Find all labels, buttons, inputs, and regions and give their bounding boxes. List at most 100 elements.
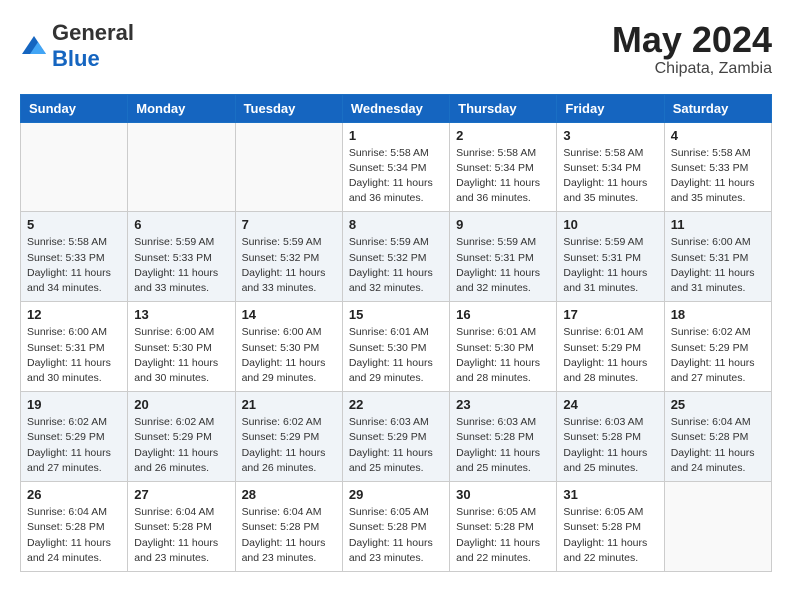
calendar-day: 25 Sunrise: 6:04 AM Sunset: 5:28 PM Dayli… (664, 392, 771, 482)
page-header: General Blue May 2024 Chipata, Zambia (20, 20, 772, 78)
day-info: Sunrise: 6:02 AM Sunset: 5:29 PM Dayligh… (134, 415, 228, 476)
calendar-location: Chipata, Zambia (612, 60, 772, 78)
day-number: 21 (242, 397, 336, 412)
day-number: 12 (27, 307, 121, 322)
calendar-day: 22 Sunrise: 6:03 AM Sunset: 5:29 PM Dayli… (342, 392, 449, 482)
calendar-day: 9Sunrise: 5:59 AM Sunset: 5:31 PM Daylig… (450, 212, 557, 302)
day-info: Sunrise: 6:03 AM Sunset: 5:28 PM Dayligh… (563, 415, 657, 476)
calendar-day: 8Sunrise: 5:59 AM Sunset: 5:32 PM Daylig… (342, 212, 449, 302)
calendar-day: 13 Sunrise: 6:00 AM Sunset: 5:30 PM Dayli… (128, 302, 235, 392)
day-number: 19 (27, 397, 121, 412)
day-info: Sunrise: 6:04 AM Sunset: 5:28 PM Dayligh… (671, 415, 765, 476)
day-number: 31 (563, 487, 657, 502)
calendar-day: 5 Sunrise: 5:58 AM Sunset: 5:33 PM Daylig… (21, 212, 128, 302)
calendar-day: 1Sunrise: 5:58 AM Sunset: 5:34 PM Daylig… (342, 122, 449, 212)
calendar-day: 23 Sunrise: 6:03 AM Sunset: 5:28 PM Dayli… (450, 392, 557, 482)
day-header-thursday: Thursday (450, 94, 557, 122)
day-number: 20 (134, 397, 228, 412)
day-info: Sunrise: 6:00 AM Sunset: 5:30 PM Dayligh… (242, 325, 336, 386)
calendar-week-row: 12Sunrise: 6:00 AM Sunset: 5:31 PM Dayli… (21, 302, 772, 392)
calendar-day (21, 122, 128, 212)
day-info: Sunrise: 5:58 AM Sunset: 5:34 PM Dayligh… (563, 146, 657, 207)
logo-blue-text: Blue (52, 46, 100, 71)
day-info: Sunrise: 6:04 AM Sunset: 5:28 PM Dayligh… (242, 505, 336, 566)
day-number: 27 (134, 487, 228, 502)
day-number: 25 (671, 397, 765, 412)
day-number: 2 (456, 128, 550, 143)
logo: General Blue (20, 20, 134, 72)
calendar-day: 7 Sunrise: 5:59 AM Sunset: 5:32 PM Daylig… (235, 212, 342, 302)
day-number: 28 (242, 487, 336, 502)
calendar-day: 16 Sunrise: 6:01 AM Sunset: 5:30 PM Dayli… (450, 302, 557, 392)
calendar-day (128, 122, 235, 212)
day-number: 13 (134, 307, 228, 322)
day-number: 26 (27, 487, 121, 502)
day-info: Sunrise: 6:00 AM Sunset: 5:30 PM Dayligh… (134, 325, 228, 386)
day-info: Sunrise: 6:01 AM Sunset: 5:29 PM Dayligh… (563, 325, 657, 386)
day-number: 22 (349, 397, 443, 412)
day-info: Sunrise: 5:58 AM Sunset: 5:34 PM Dayligh… (456, 146, 550, 207)
calendar-day: 10 Sunrise: 5:59 AM Sunset: 5:31 PM Dayli… (557, 212, 664, 302)
day-number: 30 (456, 487, 550, 502)
day-number: 5 (27, 217, 121, 232)
day-header-friday: Friday (557, 94, 664, 122)
calendar-day: 27 Sunrise: 6:04 AM Sunset: 5:28 PM Dayli… (128, 482, 235, 572)
day-header-monday: Monday (128, 94, 235, 122)
logo-general-text: General (52, 20, 134, 45)
day-info: Sunrise: 6:04 AM Sunset: 5:28 PM Dayligh… (27, 505, 121, 566)
calendar-day: 4Sunrise: 5:58 AM Sunset: 5:33 PM Daylig… (664, 122, 771, 212)
calendar-day: 29 Sunrise: 6:05 AM Sunset: 5:28 PM Dayli… (342, 482, 449, 572)
calendar-week-row: 19 Sunrise: 6:02 AM Sunset: 5:29 PM Dayli… (21, 392, 772, 482)
day-info: Sunrise: 5:58 AM Sunset: 5:34 PM Dayligh… (349, 146, 443, 207)
day-number: 16 (456, 307, 550, 322)
day-number: 14 (242, 307, 336, 322)
day-info: Sunrise: 5:59 AM Sunset: 5:33 PM Dayligh… (134, 235, 228, 296)
calendar-day (235, 122, 342, 212)
day-header-saturday: Saturday (664, 94, 771, 122)
calendar-week-row: 26 Sunrise: 6:04 AM Sunset: 5:28 PM Dayli… (21, 482, 772, 572)
calendar-day: 20 Sunrise: 6:02 AM Sunset: 5:29 PM Dayli… (128, 392, 235, 482)
day-number: 7 (242, 217, 336, 232)
calendar-day: 2 Sunrise: 5:58 AM Sunset: 5:34 PM Daylig… (450, 122, 557, 212)
calendar-day: 6 Sunrise: 5:59 AM Sunset: 5:33 PM Daylig… (128, 212, 235, 302)
day-info: Sunrise: 6:04 AM Sunset: 5:28 PM Dayligh… (134, 505, 228, 566)
calendar-day: 28 Sunrise: 6:04 AM Sunset: 5:28 PM Dayli… (235, 482, 342, 572)
day-number: 8 (349, 217, 443, 232)
calendar-day: 24 Sunrise: 6:03 AM Sunset: 5:28 PM Dayli… (557, 392, 664, 482)
calendar-day: 26 Sunrise: 6:04 AM Sunset: 5:28 PM Dayli… (21, 482, 128, 572)
calendar-day: 21 Sunrise: 6:02 AM Sunset: 5:29 PM Dayli… (235, 392, 342, 482)
day-number: 23 (456, 397, 550, 412)
day-info: Sunrise: 5:58 AM Sunset: 5:33 PM Dayligh… (671, 146, 765, 207)
day-info: Sunrise: 5:59 AM Sunset: 5:32 PM Dayligh… (242, 235, 336, 296)
day-info: Sunrise: 6:02 AM Sunset: 5:29 PM Dayligh… (27, 415, 121, 476)
day-info: Sunrise: 6:01 AM Sunset: 5:30 PM Dayligh… (456, 325, 550, 386)
day-header-wednesday: Wednesday (342, 94, 449, 122)
day-info: Sunrise: 6:03 AM Sunset: 5:28 PM Dayligh… (456, 415, 550, 476)
calendar-day (664, 482, 771, 572)
day-number: 24 (563, 397, 657, 412)
calendar-day: 17Sunrise: 6:01 AM Sunset: 5:29 PM Dayli… (557, 302, 664, 392)
day-info: Sunrise: 5:58 AM Sunset: 5:33 PM Dayligh… (27, 235, 121, 296)
day-info: Sunrise: 6:05 AM Sunset: 5:28 PM Dayligh… (563, 505, 657, 566)
day-number: 11 (671, 217, 765, 232)
calendar-day: 14 Sunrise: 6:00 AM Sunset: 5:30 PM Dayli… (235, 302, 342, 392)
day-number: 18 (671, 307, 765, 322)
day-info: Sunrise: 6:03 AM Sunset: 5:29 PM Dayligh… (349, 415, 443, 476)
day-number: 6 (134, 217, 228, 232)
calendar-day: 18 Sunrise: 6:02 AM Sunset: 5:29 PM Dayli… (664, 302, 771, 392)
day-info: Sunrise: 6:02 AM Sunset: 5:29 PM Dayligh… (242, 415, 336, 476)
day-info: Sunrise: 6:05 AM Sunset: 5:28 PM Dayligh… (349, 505, 443, 566)
title-block: May 2024 Chipata, Zambia (612, 20, 772, 78)
day-number: 29 (349, 487, 443, 502)
day-number: 10 (563, 217, 657, 232)
calendar-week-row: 1Sunrise: 5:58 AM Sunset: 5:34 PM Daylig… (21, 122, 772, 212)
calendar-day: 19 Sunrise: 6:02 AM Sunset: 5:29 PM Dayli… (21, 392, 128, 482)
calendar-day: 30Sunrise: 6:05 AM Sunset: 5:28 PM Dayli… (450, 482, 557, 572)
day-info: Sunrise: 5:59 AM Sunset: 5:31 PM Dayligh… (563, 235, 657, 296)
day-info: Sunrise: 6:01 AM Sunset: 5:30 PM Dayligh… (349, 325, 443, 386)
calendar-table: SundayMondayTuesdayWednesdayThursdayFrid… (20, 94, 772, 572)
day-header-sunday: Sunday (21, 94, 128, 122)
calendar-day: 3 Sunrise: 5:58 AM Sunset: 5:34 PM Daylig… (557, 122, 664, 212)
day-number: 3 (563, 128, 657, 143)
day-info: Sunrise: 6:02 AM Sunset: 5:29 PM Dayligh… (671, 325, 765, 386)
